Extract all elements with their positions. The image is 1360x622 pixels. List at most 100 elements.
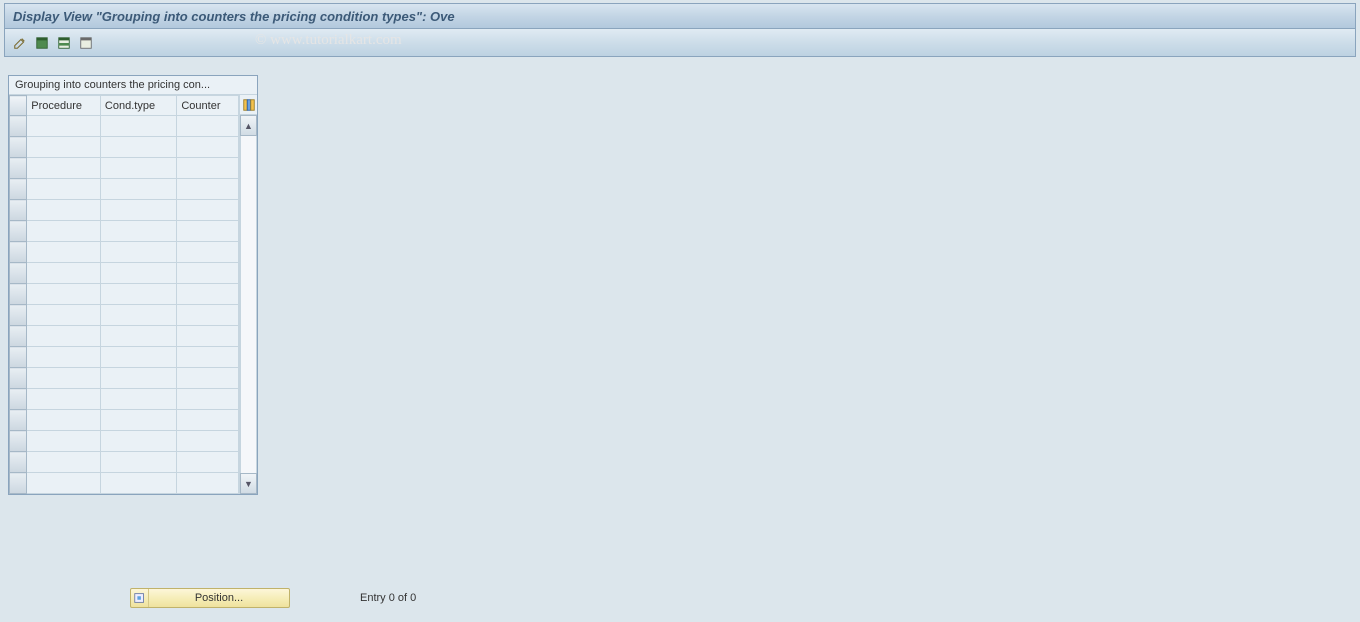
- col-header-procedure[interactable]: Procedure: [27, 96, 101, 116]
- table-cell[interactable]: [100, 263, 176, 284]
- table-cell[interactable]: [177, 347, 239, 368]
- table-cell[interactable]: [177, 452, 239, 473]
- position-button[interactable]: Position...: [130, 588, 290, 608]
- row-selector[interactable]: [10, 473, 27, 494]
- table-cell[interactable]: [100, 389, 176, 410]
- row-selector[interactable]: [10, 410, 27, 431]
- table-cell[interactable]: [177, 116, 239, 137]
- table-cell[interactable]: [177, 200, 239, 221]
- row-selector[interactable]: [10, 431, 27, 452]
- row-selector[interactable]: [10, 389, 27, 410]
- table-cell[interactable]: [177, 326, 239, 347]
- table-cell[interactable]: [100, 158, 176, 179]
- table-cell[interactable]: [27, 389, 101, 410]
- table-row[interactable]: [10, 452, 239, 473]
- table-cell[interactable]: [27, 473, 101, 494]
- table-cell[interactable]: [27, 326, 101, 347]
- table-cell[interactable]: [100, 242, 176, 263]
- table-cell[interactable]: [177, 389, 239, 410]
- row-selector[interactable]: [10, 200, 27, 221]
- table-cell[interactable]: [27, 137, 101, 158]
- table-cell[interactable]: [100, 452, 176, 473]
- table-row[interactable]: [10, 389, 239, 410]
- table-row[interactable]: [10, 158, 239, 179]
- row-selector-header[interactable]: [10, 96, 27, 116]
- table-row[interactable]: [10, 410, 239, 431]
- table-cell[interactable]: [100, 137, 176, 158]
- table-cell[interactable]: [177, 179, 239, 200]
- table-cell[interactable]: [100, 200, 176, 221]
- table-row[interactable]: [10, 116, 239, 137]
- select-all-button[interactable]: [33, 34, 51, 52]
- row-selector[interactable]: [10, 116, 27, 137]
- table-row[interactable]: [10, 179, 239, 200]
- row-selector[interactable]: [10, 158, 27, 179]
- scroll-up-button[interactable]: ▲: [240, 115, 257, 136]
- vertical-scrollbar-track[interactable]: [240, 136, 257, 473]
- table-cell[interactable]: [100, 368, 176, 389]
- row-selector[interactable]: [10, 368, 27, 389]
- table-cell[interactable]: [27, 221, 101, 242]
- row-selector[interactable]: [10, 326, 27, 347]
- row-selector[interactable]: [10, 305, 27, 326]
- row-selector[interactable]: [10, 347, 27, 368]
- table-cell[interactable]: [100, 221, 176, 242]
- table-cell[interactable]: [27, 305, 101, 326]
- table-cell[interactable]: [27, 179, 101, 200]
- table-cell[interactable]: [177, 431, 239, 452]
- configure-columns-button[interactable]: [240, 95, 257, 115]
- table-cell[interactable]: [177, 473, 239, 494]
- table-cell[interactable]: [27, 158, 101, 179]
- table-cell[interactable]: [27, 368, 101, 389]
- table-cell[interactable]: [177, 137, 239, 158]
- row-selector[interactable]: [10, 137, 27, 158]
- table-cell[interactable]: [177, 368, 239, 389]
- grouping-table[interactable]: Procedure Cond.type Counter: [9, 95, 239, 494]
- table-row[interactable]: [10, 263, 239, 284]
- select-block-button[interactable]: [55, 34, 73, 52]
- table-cell[interactable]: [177, 221, 239, 242]
- table-row[interactable]: [10, 284, 239, 305]
- table-cell[interactable]: [100, 431, 176, 452]
- col-header-cond-type[interactable]: Cond.type: [100, 96, 176, 116]
- table-cell[interactable]: [27, 242, 101, 263]
- table-cell[interactable]: [177, 263, 239, 284]
- table-cell[interactable]: [27, 263, 101, 284]
- table-cell[interactable]: [177, 242, 239, 263]
- deselect-all-button[interactable]: [77, 34, 95, 52]
- table-row[interactable]: [10, 326, 239, 347]
- table-cell[interactable]: [100, 473, 176, 494]
- table-cell[interactable]: [27, 347, 101, 368]
- table-cell[interactable]: [177, 284, 239, 305]
- table-cell[interactable]: [100, 410, 176, 431]
- table-cell[interactable]: [100, 347, 176, 368]
- row-selector[interactable]: [10, 221, 27, 242]
- table-row[interactable]: [10, 473, 239, 494]
- table-row[interactable]: [10, 368, 239, 389]
- table-row[interactable]: [10, 200, 239, 221]
- col-header-counter[interactable]: Counter: [177, 96, 239, 116]
- table-row[interactable]: [10, 221, 239, 242]
- table-cell[interactable]: [27, 200, 101, 221]
- table-cell[interactable]: [27, 410, 101, 431]
- table-row[interactable]: [10, 137, 239, 158]
- scroll-down-button[interactable]: ▼: [240, 473, 257, 494]
- table-cell[interactable]: [27, 284, 101, 305]
- table-cell[interactable]: [177, 410, 239, 431]
- table-row[interactable]: [10, 305, 239, 326]
- table-cell[interactable]: [27, 116, 101, 137]
- row-selector[interactable]: [10, 179, 27, 200]
- table-row[interactable]: [10, 347, 239, 368]
- row-selector[interactable]: [10, 452, 27, 473]
- table-row[interactable]: [10, 242, 239, 263]
- table-row[interactable]: [10, 431, 239, 452]
- table-cell[interactable]: [100, 284, 176, 305]
- row-selector[interactable]: [10, 242, 27, 263]
- table-cell[interactable]: [100, 326, 176, 347]
- table-cell[interactable]: [27, 452, 101, 473]
- row-selector[interactable]: [10, 284, 27, 305]
- change-display-button[interactable]: [11, 34, 29, 52]
- table-cell[interactable]: [27, 431, 101, 452]
- table-cell[interactable]: [100, 116, 176, 137]
- row-selector[interactable]: [10, 263, 27, 284]
